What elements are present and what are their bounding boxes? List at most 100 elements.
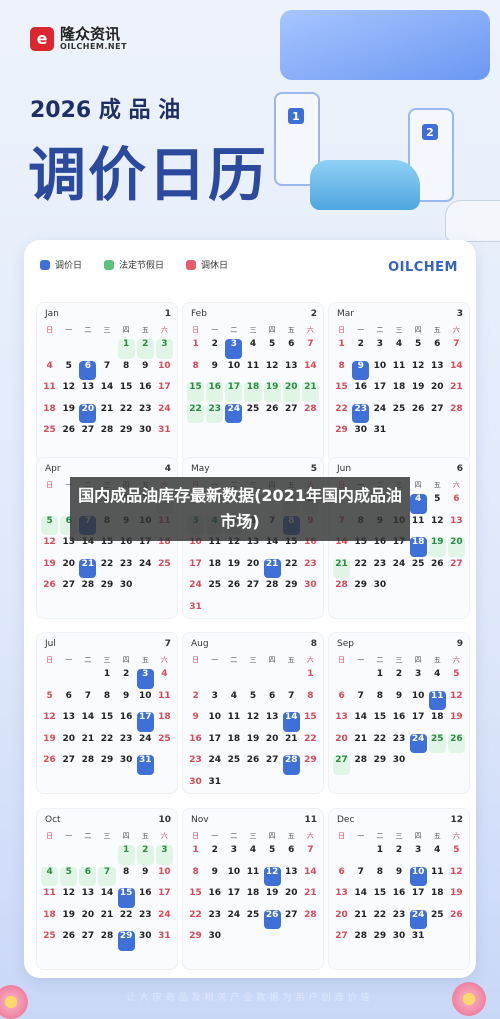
day-cell: 13 bbox=[333, 888, 350, 908]
day-subtext bbox=[156, 350, 173, 357]
day-subtext bbox=[79, 436, 96, 443]
day-subtext bbox=[302, 899, 319, 906]
day-subtext bbox=[264, 766, 281, 773]
day-cell: 16 bbox=[390, 888, 407, 908]
day-cell: 12 bbox=[244, 712, 261, 732]
day-cell: 9 bbox=[390, 867, 407, 887]
day-subtext bbox=[118, 921, 135, 928]
day-subtext bbox=[118, 745, 135, 752]
day-cell: 30 bbox=[390, 931, 407, 951]
day-cell: 25 bbox=[244, 910, 261, 930]
day-cell: 14 bbox=[302, 867, 319, 887]
day-subtext bbox=[302, 878, 319, 885]
day-subtext bbox=[244, 723, 261, 730]
day-cell: 3 bbox=[410, 669, 427, 689]
day-cell: 15 bbox=[187, 888, 204, 908]
day-cell-adjust: 23 bbox=[352, 403, 370, 423]
weekday-label: 六 bbox=[306, 832, 314, 840]
day-subtext bbox=[352, 942, 369, 949]
day-cell-adjust: 12 bbox=[263, 866, 281, 886]
month-number: 1 bbox=[164, 309, 171, 319]
day-subtext bbox=[60, 942, 77, 949]
day-cell: 8 bbox=[187, 867, 204, 887]
day-cell: 17 bbox=[187, 559, 204, 579]
day-subtext bbox=[371, 350, 388, 357]
month-name: Jan bbox=[45, 309, 59, 319]
day-subtext bbox=[352, 591, 369, 598]
day-cell: 13 bbox=[429, 361, 446, 381]
day-cell-adjust: 21 bbox=[263, 558, 281, 578]
day-cell: 12 bbox=[410, 361, 427, 381]
day-subtext bbox=[137, 350, 154, 357]
day-cell: 21 bbox=[283, 734, 300, 754]
day-subtext bbox=[225, 548, 242, 555]
day-subtext bbox=[410, 570, 427, 577]
day-cell: 12 bbox=[60, 382, 77, 402]
day-cell-holiday: 21 bbox=[333, 558, 351, 578]
day-cell: 14 bbox=[448, 361, 465, 381]
day-subtext bbox=[41, 548, 58, 555]
day-cell: 6 bbox=[264, 691, 281, 711]
day-grid: 1234567891011121314151617181920212223242… bbox=[37, 335, 177, 446]
day-cell: 12 bbox=[448, 867, 465, 887]
day-subtext bbox=[390, 856, 407, 863]
day-subtext bbox=[206, 788, 223, 795]
month-header: May 5 bbox=[183, 458, 323, 474]
day-cell-holiday: 16 bbox=[206, 382, 224, 402]
month-number: 8 bbox=[310, 639, 317, 649]
day-subtext bbox=[264, 350, 281, 357]
month-header: Aug 8 bbox=[183, 633, 323, 649]
day-subtext bbox=[244, 372, 261, 379]
day-subtext bbox=[156, 723, 173, 730]
day-subtext bbox=[98, 436, 115, 443]
day-cell-holiday: 6 bbox=[79, 866, 97, 886]
day-cell: 19 bbox=[60, 910, 77, 930]
day-cell: 1 bbox=[333, 339, 350, 359]
day-subtext bbox=[448, 899, 465, 906]
day-cell: 26 bbox=[41, 755, 58, 775]
day-cell-adjust: 20 bbox=[79, 403, 97, 423]
day-cell: 18 bbox=[429, 888, 446, 908]
weekday-label: 日 bbox=[338, 326, 346, 334]
day-subtext bbox=[187, 942, 204, 949]
day-subtext bbox=[371, 766, 388, 773]
day-subtext bbox=[371, 591, 388, 598]
day-cell: 2 bbox=[206, 845, 223, 865]
day-subtext bbox=[333, 942, 350, 949]
day-cell: 28 bbox=[98, 931, 115, 951]
day-cell: 29 bbox=[118, 425, 135, 445]
day-cell: 3 bbox=[410, 845, 427, 865]
weekday-label: 三 bbox=[103, 326, 111, 334]
day-cell: 29 bbox=[352, 580, 369, 600]
day-subtext bbox=[118, 591, 135, 598]
day-cell-holiday: 2 bbox=[136, 845, 154, 865]
day-cell: 27 bbox=[283, 404, 300, 424]
day-subtext bbox=[187, 856, 204, 863]
day-cell: 6 bbox=[448, 494, 465, 514]
day-cell: 9 bbox=[137, 361, 154, 381]
weekday-label: 六 bbox=[306, 656, 314, 664]
day-cell-adjust: 10 bbox=[409, 866, 427, 886]
day-subtext bbox=[410, 393, 427, 400]
day-subtext bbox=[225, 899, 242, 906]
day-subtext bbox=[390, 570, 407, 577]
day-cell: 28 bbox=[79, 755, 96, 775]
weekday-label: 三 bbox=[249, 656, 257, 664]
day-subtext bbox=[225, 723, 242, 730]
day-cell: 5 bbox=[60, 361, 77, 381]
day-subtext bbox=[429, 702, 446, 709]
day-cell: 22 bbox=[371, 910, 388, 930]
day-subtext bbox=[98, 702, 115, 709]
weekday-label: 三 bbox=[395, 326, 403, 334]
day-subtext bbox=[283, 372, 300, 379]
day-cell: 30 bbox=[206, 931, 223, 951]
calendar-card: 调价日 法定节假日 调休日 OILCHEM Jan 1 日一二三四五六 1 2 3 4 5 6 7… bbox=[24, 240, 476, 978]
day-subtext bbox=[98, 942, 115, 949]
day-cell: 6 bbox=[283, 339, 300, 359]
day-cell: 20 bbox=[283, 888, 300, 908]
day-cell: 12 bbox=[41, 712, 58, 732]
day-cell: 26 bbox=[264, 404, 281, 424]
day-cell: 9 bbox=[206, 361, 223, 381]
day-cell: 18 bbox=[390, 382, 407, 402]
day-cell: 29 bbox=[371, 755, 388, 775]
